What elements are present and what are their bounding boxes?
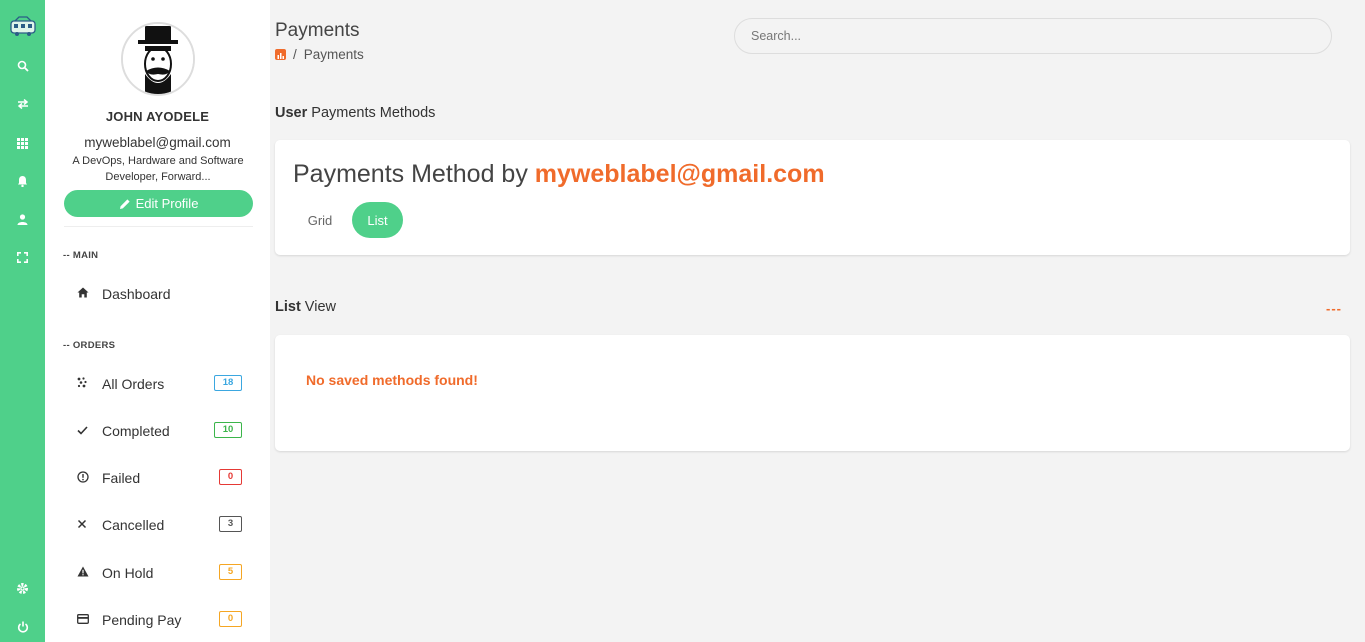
chart-icon[interactable] <box>275 49 286 60</box>
heading-text: Payments Methods <box>307 105 436 121</box>
count-badge: 3 <box>219 516 242 532</box>
sidebar-item-label: On Hold <box>102 565 154 581</box>
sidebar-item-label: Pending Pay <box>102 612 182 628</box>
check-icon <box>77 424 97 438</box>
sidebar-item-completed[interactable]: Completed 10 <box>77 419 242 443</box>
sidebar-item-cancelled[interactable]: Cancelled 3 <box>77 513 242 537</box>
sidebar-item-label: Dashboard <box>102 286 171 302</box>
warning-icon <box>77 566 97 580</box>
section-label-main: -- MAIN <box>63 250 99 261</box>
sidebar-item-label: All Orders <box>102 376 165 392</box>
close-icon <box>77 518 97 532</box>
profile-sidebar: JOHN AYODELE myweblabel@gmail.com A DevO… <box>45 0 270 642</box>
payment-methods-card: Payments Method by myweblabel@gmail.com … <box>275 140 1350 255</box>
section-heading-list-view: List View <box>275 299 336 315</box>
icon-rail <box>0 0 45 642</box>
search-input[interactable] <box>734 18 1332 54</box>
home-icon <box>77 287 97 301</box>
tab-list[interactable]: List <box>352 202 403 238</box>
pencil-icon <box>119 198 130 209</box>
card-title-email[interactable]: myweblabel@gmail.com <box>535 160 825 188</box>
sidebar-item-all-orders[interactable]: All Orders 18 <box>77 372 242 396</box>
card-title: Payments Method by myweblabel@gmail.com <box>293 160 825 189</box>
search-icon[interactable] <box>0 56 45 76</box>
breadcrumb: / Payments <box>275 47 364 62</box>
count-badge: 0 <box>219 611 242 627</box>
tab-grid[interactable]: Grid <box>294 202 346 238</box>
divider <box>64 226 253 227</box>
power-icon[interactable] <box>0 617 45 637</box>
more-menu-button[interactable]: --- <box>1326 301 1342 316</box>
grid-icon[interactable] <box>0 133 45 153</box>
sidebar-item-pending-pay[interactable]: Pending Pay 0 <box>77 608 242 632</box>
count-badge: 18 <box>214 375 242 391</box>
gear-icon[interactable] <box>0 578 45 598</box>
list-view-card: No saved methods found! <box>275 335 1350 451</box>
count-badge: 0 <box>219 469 242 485</box>
bell-icon[interactable] <box>0 171 45 191</box>
profile-email: myweblabel@gmail.com <box>84 135 231 150</box>
app-logo[interactable] <box>0 12 45 40</box>
fullscreen-icon[interactable] <box>0 247 45 267</box>
page-title: Payments <box>275 20 360 41</box>
avatar[interactable] <box>121 22 195 96</box>
sidebar-item-label: Failed <box>102 470 141 486</box>
card-title-text: Payments Method by <box>293 160 535 188</box>
heading-bold: List <box>275 299 301 315</box>
breadcrumb-current: Payments <box>303 47 364 62</box>
card-icon <box>77 613 97 627</box>
user-icon[interactable] <box>0 209 45 229</box>
sidebar-item-dashboard[interactable]: Dashboard <box>77 282 242 306</box>
sidebar-item-label: Completed <box>102 423 170 439</box>
transfer-icon[interactable] <box>0 94 45 114</box>
section-heading-methods: User Payments Methods <box>275 105 435 121</box>
sidebar-item-failed[interactable]: Failed 0 <box>77 466 242 490</box>
edit-profile-button[interactable]: Edit Profile <box>64 190 253 217</box>
heading-bold: User <box>275 105 308 121</box>
edit-profile-label: Edit Profile <box>135 196 199 211</box>
orders-icon <box>77 377 97 391</box>
alert-circle-icon <box>77 470 97 486</box>
section-label-orders: -- ORDERS <box>63 340 116 351</box>
profile-bio: A DevOps, Hardware and Software Develope… <box>72 155 244 183</box>
profile-name: JOHN AYODELE <box>105 109 210 124</box>
count-badge: 10 <box>214 422 242 438</box>
sidebar-item-label: Cancelled <box>102 517 165 533</box>
sidebar-item-on-hold[interactable]: On Hold 5 <box>77 561 242 585</box>
empty-state-message: No saved methods found! <box>306 372 478 388</box>
heading-text: View <box>300 299 336 315</box>
breadcrumb-separator: / <box>293 47 297 62</box>
count-badge: 5 <box>219 564 242 580</box>
